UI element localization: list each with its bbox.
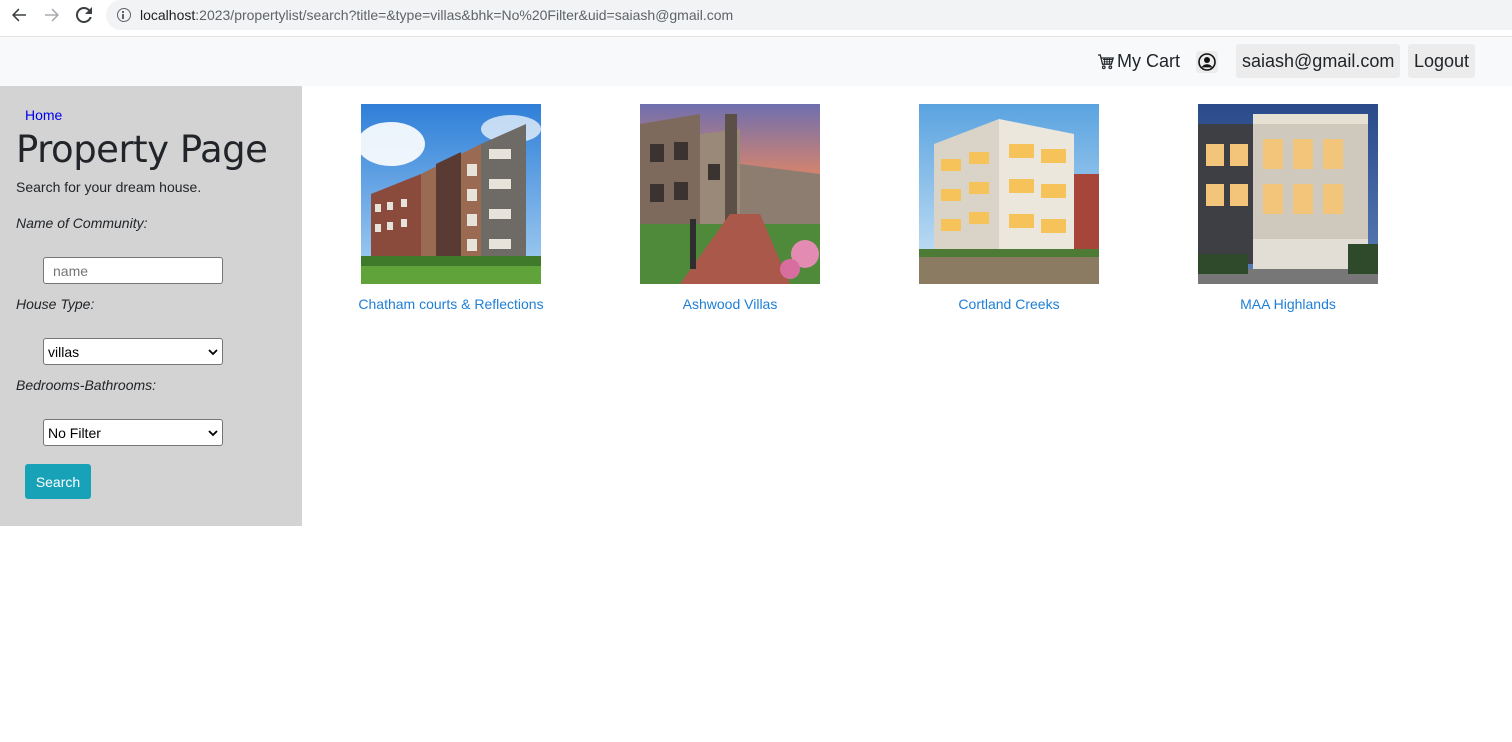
- browser-chrome: localhost:2023/propertylist/search?title…: [0, 0, 1512, 34]
- logout-button[interactable]: Logout: [1408, 44, 1476, 78]
- my-cart-link[interactable]: My Cart: [1097, 51, 1180, 72]
- bedrooms-selected-value: No Filter: [48, 424, 101, 441]
- property-image[interactable]: [640, 104, 820, 284]
- my-cart-label: My Cart: [1117, 51, 1180, 71]
- house-type-select[interactable]: villas: [43, 338, 223, 365]
- chevron-down-icon: [208, 429, 218, 436]
- property-image[interactable]: [361, 104, 541, 284]
- property-image[interactable]: [919, 104, 1099, 284]
- reload-icon[interactable]: [70, 3, 98, 27]
- top-navbar: My Cart saiash@gmail.com Logout: [0, 36, 1512, 86]
- search-button[interactable]: Search: [25, 464, 91, 499]
- home-link[interactable]: Home: [25, 107, 62, 123]
- property-name-link[interactable]: Ashwood Villas: [630, 296, 830, 312]
- property-image[interactable]: [1198, 104, 1378, 284]
- property-name-link[interactable]: Cortland Creeks: [909, 296, 1109, 312]
- site-info-icon[interactable]: [117, 8, 131, 22]
- chevron-down-icon: [208, 348, 218, 355]
- bedrooms-label: Bedrooms-Bathrooms:: [16, 377, 157, 393]
- house-type-selected-value: villas: [48, 343, 80, 360]
- user-email-button[interactable]: saiash@gmail.com: [1236, 44, 1401, 78]
- house-type-label: House Type:: [16, 296, 95, 312]
- property-name-link[interactable]: Chatham courts & Reflections: [351, 296, 551, 312]
- cart-icon: [1098, 53, 1115, 69]
- search-sidebar: Home Property Page Search for your dream…: [0, 86, 302, 526]
- page-subtitle: Search for your dream house.: [16, 179, 202, 195]
- url-text: localhost:2023/propertylist/search?title…: [140, 7, 734, 23]
- address-bar[interactable]: localhost:2023/propertylist/search?title…: [106, 0, 1512, 30]
- bedrooms-select[interactable]: No Filter: [43, 419, 223, 446]
- user-avatar-icon[interactable]: [1196, 51, 1218, 73]
- back-arrow-icon[interactable]: [5, 3, 33, 27]
- page-title: Property Page: [16, 128, 268, 171]
- community-name-input[interactable]: [43, 257, 223, 284]
- community-label: Name of Community:: [16, 215, 148, 231]
- property-name-link[interactable]: MAA Highlands: [1188, 296, 1388, 312]
- forward-arrow-icon[interactable]: [38, 3, 66, 27]
